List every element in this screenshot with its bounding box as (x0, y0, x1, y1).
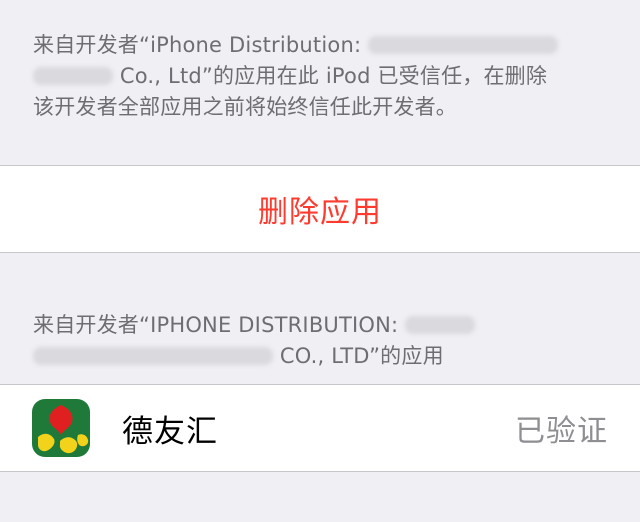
verification-status: 已验证 (515, 414, 608, 449)
app-name: 德友汇 (122, 413, 218, 450)
developer-apps-header: 来自开发者“IPHONE DISTRIBUTION: CO., LTD”的应用 (33, 310, 612, 372)
redacted-text (33, 67, 113, 85)
redacted-text (33, 347, 273, 365)
app-row[interactable]: 德友汇 已验证 (0, 384, 640, 472)
trust-line-2-text: Co., Ltd”的应用在此 iPod 已受信任，在删除 (119, 64, 548, 88)
redacted-text (368, 36, 559, 54)
apps-header-line-2: CO., LTD”的应用 (33, 341, 612, 372)
trust-line-2: Co., Ltd”的应用在此 iPod 已受信任，在删除 (33, 61, 612, 92)
trust-line-3: 该开发者全部应用之前将始终信任此开发者。 (33, 95, 457, 119)
app-icon (32, 399, 90, 457)
trust-description: 来自开发者“iPhone Distribution: Co., Ltd”的应用在… (33, 30, 612, 123)
trust-line-1: 来自开发者“iPhone Distribution: (33, 30, 612, 61)
apps-header-line-1-text: 来自开发者“IPHONE DISTRIBUTION: (33, 313, 399, 337)
delete-app-label: 删除应用 (258, 195, 382, 230)
apps-header-line-1: 来自开发者“IPHONE DISTRIBUTION: (33, 310, 612, 341)
app-icon-graphic (32, 399, 90, 457)
apps-header-line-2-text: CO., LTD”的应用 (279, 344, 444, 368)
delete-app-button[interactable]: 删除应用 (0, 165, 640, 253)
trust-line-1-text: 来自开发者“iPhone Distribution: (33, 33, 362, 57)
redacted-text (405, 316, 476, 334)
